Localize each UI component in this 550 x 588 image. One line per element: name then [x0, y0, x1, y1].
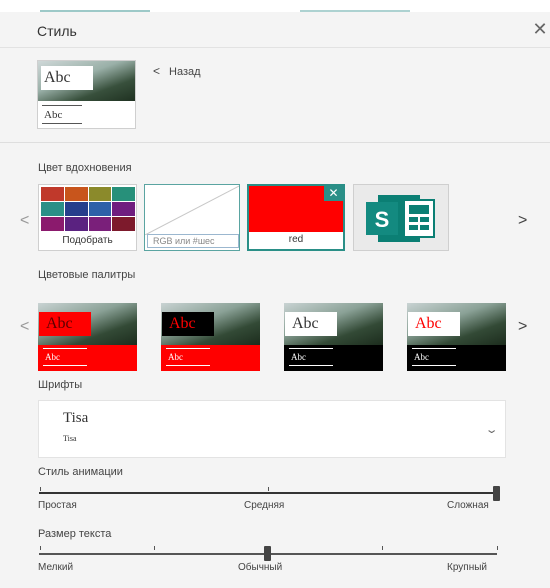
slider-tick: [497, 546, 498, 550]
palette-line: [166, 348, 210, 349]
pick-color-caption: Подобрать: [39, 233, 136, 250]
palette-line: [412, 365, 456, 366]
color-swatch: [112, 202, 135, 216]
chevron-down-icon: ⌄: [484, 424, 499, 436]
selected-color-caption: red: [249, 232, 343, 249]
panel-header: Стиль ✕: [0, 12, 550, 48]
style-preview-thumbnail: Abc Abc: [37, 60, 136, 129]
inspiration-next-icon[interactable]: >: [518, 212, 527, 230]
panel-title: Стиль: [37, 23, 77, 39]
divider: [0, 142, 550, 143]
fonts-dropdown[interactable]: Tisa Tisa ⌄: [38, 400, 506, 458]
close-icon[interactable]: ✕: [530, 20, 550, 40]
custom-color-card[interactable]: RGB или #шес: [144, 184, 240, 251]
pick-color-card[interactable]: Подобрать: [38, 184, 137, 251]
color-palettes-label: Цветовые палитры: [38, 269, 136, 281]
fonts-label: Шрифты: [38, 379, 83, 391]
palette-heading-sample: Abc: [162, 312, 214, 336]
color-swatch: [88, 217, 112, 231]
remove-color-icon[interactable]: ✕: [324, 186, 343, 201]
palette-line: [289, 365, 333, 366]
app-icon-letter: S: [375, 207, 390, 232]
palette-card[interactable]: Abc Abc: [38, 303, 137, 371]
inspiration-prev-icon[interactable]: <: [20, 212, 29, 230]
color-swatch: [41, 187, 64, 201]
preview-line: [42, 123, 82, 124]
preview-body-sample: Abc: [44, 109, 63, 121]
slider-tick: [40, 487, 41, 491]
color-swatch: [64, 217, 88, 231]
app-icon-card[interactable]: S: [353, 184, 449, 251]
palette-heading-sample: Abc: [408, 312, 460, 336]
inspiration-color-label: Цвет вдохновения: [38, 162, 132, 174]
slider-tick: [268, 487, 269, 491]
palette-line: [43, 348, 87, 349]
animation-slider-track[interactable]: [39, 492, 497, 494]
palette-heading-sample: Abc: [285, 312, 337, 336]
palette-body-sample: Abc: [45, 352, 60, 362]
color-swatch: [88, 187, 112, 201]
palettes-next-icon[interactable]: >: [518, 318, 527, 336]
palette-line: [43, 365, 87, 366]
palette-body-sample: Abc: [168, 352, 183, 362]
slider-tick: [40, 546, 41, 550]
body-font-sample: Tisa: [63, 434, 77, 443]
palette-line: [412, 348, 456, 349]
color-swatch: [64, 187, 88, 201]
animation-mid-label: Средняя: [244, 500, 285, 511]
preview-line: [42, 105, 82, 106]
rgb-hex-input[interactable]: RGB или #шес: [147, 234, 239, 248]
color-swatch: [41, 217, 64, 231]
selected-color-card[interactable]: ✕ red: [247, 184, 345, 251]
text-size-mid-label: Обычный: [238, 562, 283, 573]
palette-card[interactable]: Abc Abc: [284, 303, 383, 371]
animation-style-label: Стиль анимации: [38, 466, 123, 478]
color-swatch: [112, 187, 135, 201]
palette-heading-sample: Abc: [39, 312, 91, 336]
palette-body-sample: Abc: [291, 352, 306, 362]
palette-card[interactable]: Abc Abc: [161, 303, 260, 371]
animation-min-label: Простая: [38, 500, 77, 511]
heading-font-sample: Tisa: [63, 410, 89, 426]
color-swatch: [41, 202, 64, 216]
color-swatch-grid: [41, 187, 135, 231]
text-size-max-label: Крупный: [447, 562, 487, 573]
palette-line: [289, 348, 333, 349]
color-swatch: [88, 202, 112, 216]
slider-tick: [154, 546, 155, 550]
text-size-label: Размер текста: [38, 528, 112, 540]
color-swatch: [64, 202, 88, 216]
animation-slider-thumb[interactable]: [493, 486, 500, 501]
palettes-prev-icon[interactable]: <: [20, 318, 29, 336]
chevron-left-icon: <: [153, 64, 161, 78]
palette-body-sample: Abc: [414, 352, 429, 362]
back-button[interactable]: < Назад: [153, 64, 201, 78]
back-label: Назад: [169, 66, 201, 78]
palette-line: [166, 365, 210, 366]
sway-app-icon: S: [366, 195, 435, 242]
text-size-slider-thumb[interactable]: [264, 546, 271, 561]
color-swatch: [112, 217, 135, 231]
preview-heading-sample: Abc: [41, 66, 93, 90]
empty-color-diagonal: [145, 185, 239, 235]
animation-max-label: Сложная: [447, 500, 489, 511]
top-accent: [0, 0, 550, 12]
slider-tick: [382, 546, 383, 550]
text-size-min-label: Мелкий: [38, 562, 74, 573]
style-panel: Стиль ✕ Abc Abc < Назад Цвет вдохновения …: [0, 12, 550, 588]
palette-card[interactable]: Abc Abc: [407, 303, 506, 371]
